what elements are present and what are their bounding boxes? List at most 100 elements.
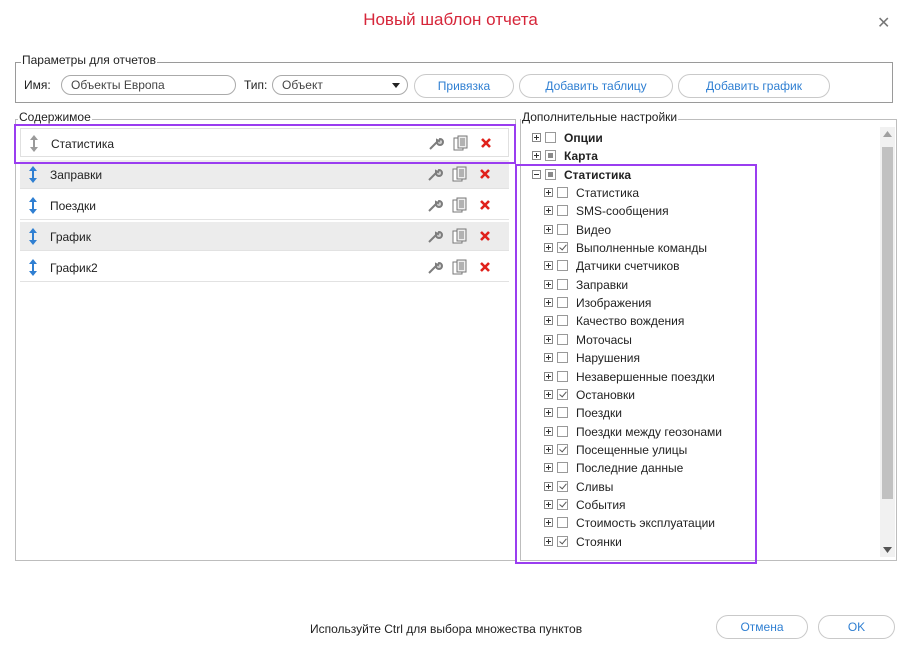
add-chart-button[interactable]: Добавить график — [678, 74, 830, 98]
wrench-icon[interactable] — [427, 166, 443, 182]
delete-icon[interactable] — [477, 166, 493, 182]
tree-child-label: Статистика — [576, 186, 640, 200]
expand-icon[interactable] — [544, 188, 553, 197]
tree-checkbox[interactable] — [557, 535, 568, 547]
tree-checkbox[interactable] — [557, 223, 568, 235]
report-params-legend: Параметры для отчетов — [21, 53, 157, 67]
expand-icon[interactable] — [544, 298, 553, 308]
tree-checkbox[interactable] — [557, 278, 568, 290]
content-list: Статистика Заправки Поездки График Графи… — [20, 128, 511, 288]
content-item[interactable]: Поездки — [20, 191, 509, 220]
expand-icon[interactable] — [544, 224, 553, 234]
type-select-value: Объект — [282, 78, 323, 92]
tree-checkbox[interactable] — [557, 242, 568, 254]
tree-checkbox[interactable] — [545, 150, 556, 161]
expand-icon[interactable] — [544, 518, 553, 528]
tree-scrollbar[interactable] — [880, 127, 895, 557]
expand-icon[interactable] — [544, 206, 553, 216]
dialog-title: Новый шаблон отчета — [363, 10, 538, 29]
expand-icon[interactable] — [544, 389, 553, 399]
expand-icon[interactable] — [544, 408, 553, 418]
expand-icon[interactable] — [544, 499, 553, 509]
tree-child-label: Выполненные команды — [576, 241, 707, 256]
tree-checkbox[interactable] — [557, 443, 568, 455]
tree-checkbox[interactable] — [557, 315, 568, 327]
collapse-icon[interactable] — [532, 170, 541, 179]
type-select[interactable]: Объект — [272, 75, 408, 95]
content-item-label: Статистика — [51, 137, 115, 151]
tree-checkbox[interactable] — [545, 169, 556, 180]
add-table-button[interactable]: Добавить таблицу — [519, 74, 673, 98]
delete-icon[interactable] — [478, 135, 494, 151]
advanced-legend: Дополнительные настройки — [521, 110, 679, 124]
content-legend: Содержимое — [18, 110, 92, 124]
delete-icon[interactable] — [477, 197, 493, 213]
name-input[interactable]: Объекты Европа — [61, 75, 236, 95]
content-item[interactable]: График — [20, 222, 509, 251]
tree-checkbox[interactable] — [557, 297, 568, 309]
tree-child-label: Видео — [576, 222, 612, 237]
tree-child-label: Качество вождения — [576, 314, 685, 329]
copy-icon[interactable] — [452, 166, 468, 182]
tree-checkbox[interactable] — [557, 388, 568, 400]
content-item[interactable]: График2 — [20, 253, 509, 282]
copy-icon[interactable] — [452, 228, 468, 244]
drag-handle-icon[interactable] — [29, 197, 37, 214]
expand-icon[interactable] — [544, 481, 553, 491]
tree-checkbox[interactable] — [557, 517, 568, 529]
tree-checkbox[interactable] — [557, 480, 568, 492]
expand-icon[interactable] — [544, 353, 553, 363]
drag-handle-icon[interactable] — [29, 259, 37, 276]
drag-handle-icon[interactable] — [29, 228, 37, 245]
tree-child-label: Последние данные — [576, 461, 684, 476]
tree-checkbox[interactable] — [557, 260, 568, 272]
tree-checkbox[interactable] — [557, 333, 568, 345]
scrollbar-thumb[interactable] — [882, 147, 893, 499]
tree-node-label: Статистика — [564, 168, 632, 182]
expand-icon[interactable] — [544, 371, 553, 381]
settings-tree: Опции Карта Статистика Статистика SMS-соо… — [522, 128, 878, 558]
ctrl-hint: Используйте Ctrl для выбора множества пу… — [310, 622, 583, 636]
tree-checkbox[interactable] — [557, 370, 568, 382]
drag-handle-icon[interactable] — [30, 135, 38, 152]
cancel-button[interactable]: Отмена — [716, 615, 808, 639]
tree-checkbox[interactable] — [557, 187, 568, 198]
tree-checkbox[interactable] — [557, 498, 568, 510]
expand-icon[interactable] — [544, 463, 553, 473]
expand-icon[interactable] — [544, 444, 553, 454]
ok-button[interactable]: OK — [818, 615, 895, 639]
wrench-icon[interactable] — [427, 197, 443, 213]
drag-handle-icon[interactable] — [29, 166, 37, 183]
tree-checkbox[interactable] — [557, 462, 568, 474]
expand-icon[interactable] — [544, 316, 553, 326]
tree-checkbox[interactable] — [557, 425, 568, 437]
content-item[interactable]: Заправки — [20, 160, 509, 189]
tree-checkbox[interactable] — [557, 407, 568, 419]
copy-icon[interactable] — [453, 135, 469, 151]
close-icon[interactable]: ✕ — [877, 16, 890, 32]
scroll-up-icon[interactable] — [883, 131, 892, 137]
tree-checkbox[interactable] — [557, 205, 568, 217]
expand-icon[interactable] — [544, 243, 553, 253]
tree-child-label: Незавершенные поездки — [576, 369, 715, 384]
binding-button[interactable]: Привязка — [414, 74, 514, 98]
wrench-icon[interactable] — [427, 259, 443, 275]
delete-icon[interactable] — [477, 228, 493, 244]
expand-icon[interactable] — [532, 133, 541, 142]
expand-icon[interactable] — [532, 151, 541, 160]
expand-icon[interactable] — [544, 334, 553, 344]
expand-icon[interactable] — [544, 426, 553, 436]
expand-icon[interactable] — [544, 536, 553, 546]
expand-icon[interactable] — [544, 279, 553, 289]
tree-checkbox[interactable] — [545, 132, 556, 143]
wrench-icon[interactable] — [427, 228, 443, 244]
copy-icon[interactable] — [452, 197, 468, 213]
tree-checkbox[interactable] — [557, 352, 568, 364]
expand-icon[interactable] — [544, 261, 553, 271]
copy-icon[interactable] — [452, 259, 468, 275]
scroll-down-icon[interactable] — [883, 547, 892, 553]
wrench-icon[interactable] — [428, 135, 444, 151]
tree-child-label: Стоянки — [576, 534, 622, 549]
content-item[interactable]: Статистика — [20, 128, 509, 157]
delete-icon[interactable] — [477, 259, 493, 275]
